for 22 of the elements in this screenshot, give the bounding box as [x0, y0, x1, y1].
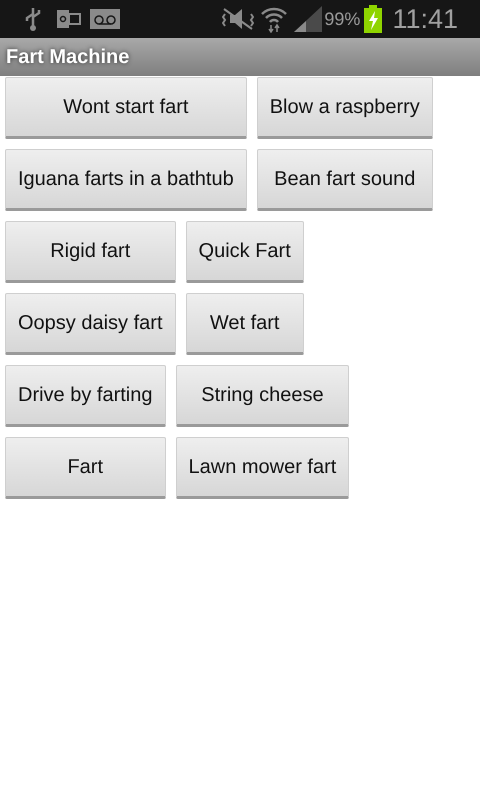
- sound-button[interactable]: Wet fart: [186, 293, 304, 355]
- sound-button[interactable]: Blow a raspberry: [256, 77, 433, 139]
- mute-icon: [222, 8, 254, 30]
- sound-button[interactable]: Drive by farting: [5, 365, 166, 427]
- sound-button[interactable]: Fart: [5, 437, 166, 499]
- sound-button[interactable]: Bean fart sound: [256, 149, 433, 211]
- clock: 11:41: [392, 2, 458, 36]
- usb-icon: [24, 6, 42, 32]
- sound-button[interactable]: Quick Fart: [186, 221, 304, 283]
- voicemail-icon: [90, 9, 120, 29]
- app-title: Fart Machine: [6, 45, 130, 70]
- sound-button[interactable]: Iguana farts in a bathtub: [5, 149, 247, 211]
- battery-charging-icon: [364, 5, 382, 33]
- mail-icon: [57, 8, 81, 30]
- sound-button[interactable]: String cheese: [176, 365, 350, 427]
- battery-percent: 99%: [324, 8, 360, 30]
- wifi-icon: [260, 5, 288, 33]
- sound-button[interactable]: Rigid fart: [5, 221, 176, 283]
- signal-icon: [294, 6, 322, 32]
- sound-button[interactable]: Oopsy daisy fart: [5, 293, 176, 355]
- sound-button[interactable]: Lawn mower fart: [176, 437, 350, 499]
- sound-button[interactable]: Wont start fart: [5, 77, 247, 139]
